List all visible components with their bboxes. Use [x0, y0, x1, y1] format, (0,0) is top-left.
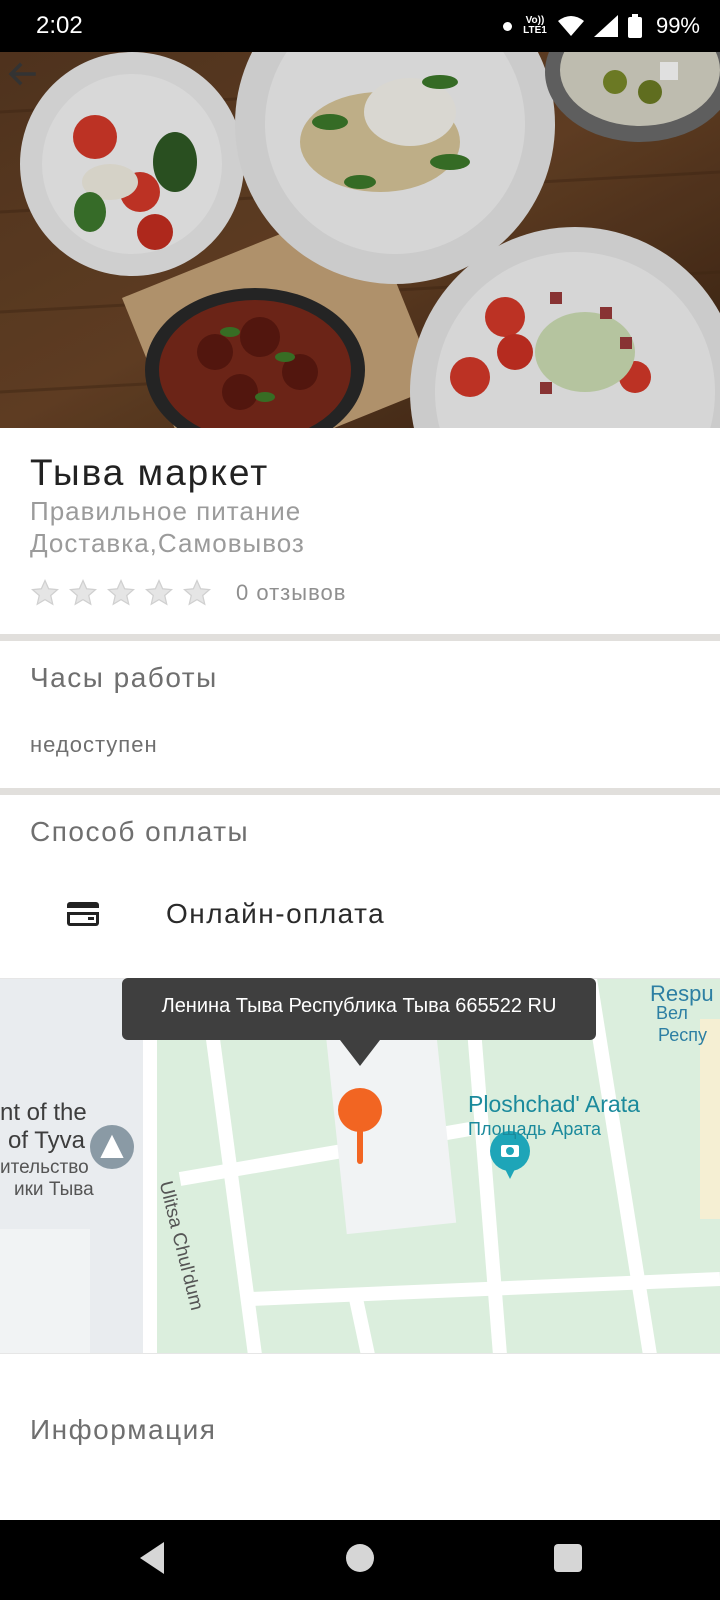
map-label-government: of Tyva — [8, 1127, 85, 1154]
volte-icon: Vo)) LTE1 — [523, 15, 547, 36]
battery-percent: 99% — [655, 13, 700, 38]
wifi-icon — [557, 16, 584, 36]
map-label-government-ru: ики Тыва — [14, 1179, 94, 1200]
star-icon — [182, 578, 212, 606]
status-time: 2:02 — [36, 12, 83, 39]
hours-value: недоступен — [30, 732, 158, 757]
map-poi-name-ru[interactable]: Площадь Арата — [468, 1119, 601, 1140]
map-label-republic: Респу — [658, 1025, 707, 1045]
map-label-government-ru: ительство — [0, 1157, 89, 1178]
notification-dot-icon — [502, 21, 512, 31]
star-icon — [106, 578, 136, 606]
credit-card-icon — [67, 902, 99, 926]
nav-home-icon[interactable] — [346, 1544, 374, 1572]
location-pin-icon[interactable] — [336, 1086, 384, 1166]
star-icon — [68, 578, 98, 606]
food-illustration — [0, 52, 720, 428]
map-label-republic: Вел — [656, 1003, 688, 1023]
hours-title: Часы работы — [30, 662, 218, 693]
nav-recents-icon[interactable] — [554, 1544, 582, 1572]
map-label-government: nt of the — [0, 1099, 87, 1126]
hero-food-image — [0, 52, 720, 428]
payment-method-row: Онлайн-оплата — [0, 876, 720, 956]
signal-icon — [593, 15, 618, 37]
star-icon — [30, 578, 60, 606]
star-icon — [144, 578, 174, 606]
restaurant-services: Доставка,Самовывоз — [30, 528, 305, 558]
map-poi-name[interactable]: Ploshchad' Arata — [468, 1091, 640, 1118]
section-divider — [0, 788, 720, 795]
status-bar: 2:02 Vo)) LTE1 99% — [0, 0, 720, 52]
map-address-tooltip: Ленина Тыва Республика Тыва 665522 RU — [122, 978, 596, 1040]
payment-method-label: Онлайн-оплата — [166, 898, 386, 929]
tooltip-arrow — [340, 1040, 380, 1066]
nav-back-icon[interactable] — [136, 1540, 168, 1576]
restaurant-name: Тыва маркет — [30, 452, 270, 493]
restaurant-category: Правильное питание — [30, 496, 302, 526]
status-icons: Vo)) LTE1 99% — [502, 10, 700, 42]
payment-title: Способ оплаты — [30, 816, 250, 847]
section-divider — [0, 634, 720, 641]
rating-stars[interactable] — [30, 578, 212, 608]
battery-icon — [627, 14, 642, 38]
information-title: Информация — [30, 1414, 217, 1445]
back-arrow-icon[interactable] — [0, 52, 44, 96]
reviews-count[interactable]: 0 отзывов — [236, 580, 346, 606]
system-nav-bar — [0, 1520, 720, 1600]
